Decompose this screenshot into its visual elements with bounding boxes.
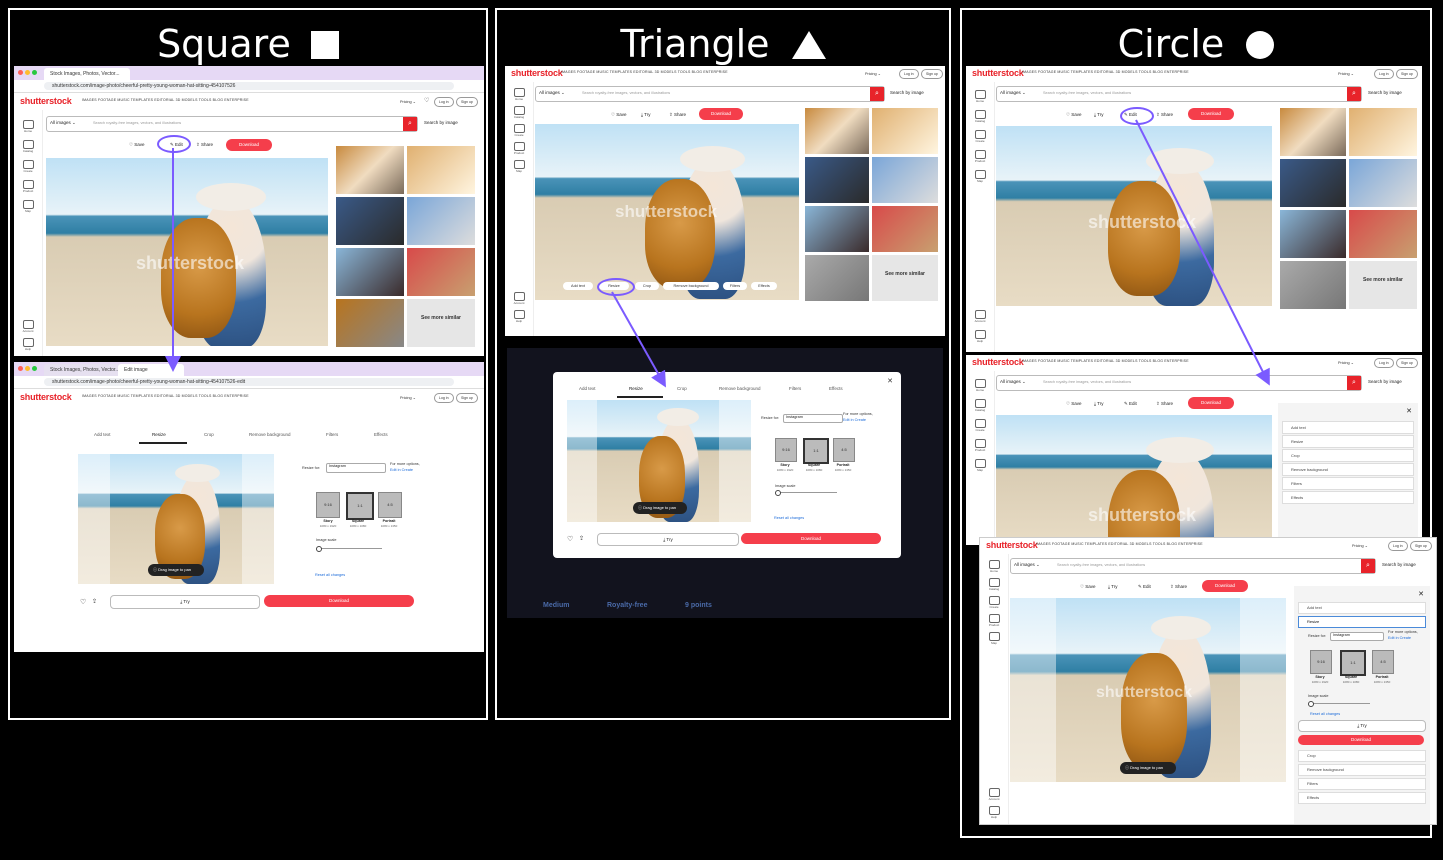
triangle-flow-arrow (611, 291, 666, 388)
flow-arrows (165, 119, 1270, 388)
circle-flow-arrow (1135, 119, 1270, 386)
